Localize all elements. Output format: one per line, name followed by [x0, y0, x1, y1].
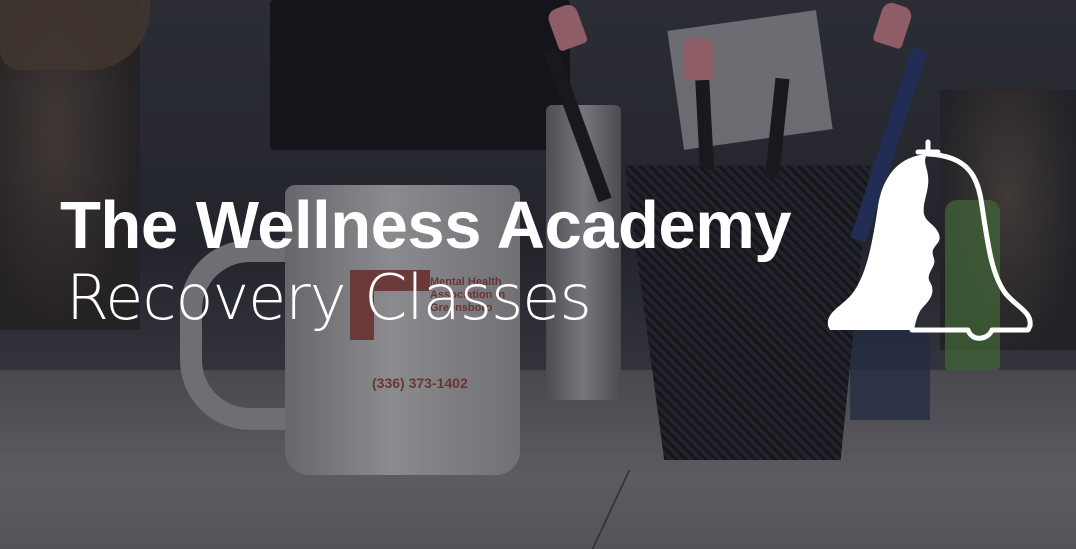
bell-profile-icon: [827, 139, 1033, 341]
banner-title: The Wellness Academy: [60, 188, 792, 263]
hero-banner: Mental Health Association in Greensboro …: [0, 0, 1076, 549]
banner-subtitle: Recovery Classes: [66, 261, 592, 334]
